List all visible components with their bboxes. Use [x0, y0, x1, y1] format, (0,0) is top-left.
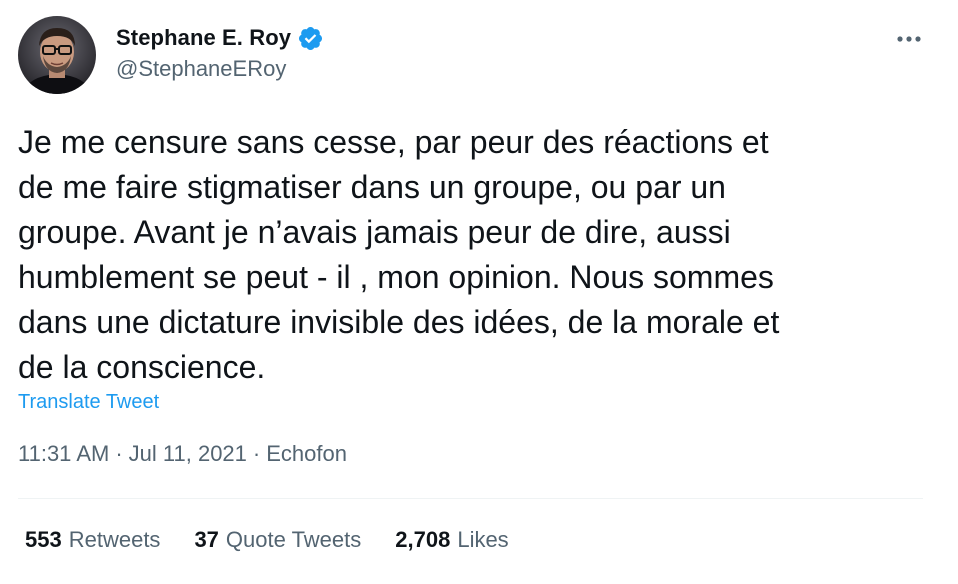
retweets-count: 553 — [25, 527, 62, 552]
quote-tweets-count: 37 — [194, 527, 219, 552]
tweet-card: Stephane E. Roy @StephaneERoy Je me cens… — [0, 0, 958, 584]
tweet-text: Je me censure sans cesse, par peur des r… — [18, 124, 780, 385]
likes-stat[interactable]: 2,708 Likes — [395, 527, 508, 553]
tweet-date[interactable]: Jul 11, 2021 — [129, 441, 247, 467]
quote-tweets-stat[interactable]: 37 Quote Tweets — [194, 527, 361, 553]
tweet-stats: 553 Retweets 37 Quote Tweets 2,708 Likes — [25, 527, 543, 553]
translate-tweet-link[interactable]: Translate Tweet — [18, 391, 159, 414]
divider — [18, 498, 923, 499]
quote-tweets-label: Quote Tweets — [225, 527, 362, 552]
tweet-metadata: 11:31 AM · Jul 11, 2021 · Echofon — [18, 441, 347, 467]
avatar-image — [18, 16, 96, 94]
retweets-stat[interactable]: 553 Retweets — [25, 527, 160, 553]
author-display-name[interactable]: Stephane E. Roy — [116, 25, 291, 51]
tweet-source: Echofon — [266, 441, 347, 466]
author-name-row[interactable]: Stephane E. Roy — [116, 22, 324, 54]
verified-badge-icon — [297, 25, 324, 52]
likes-count: 2,708 — [395, 527, 451, 552]
separator-dot: · — [115, 441, 123, 466]
likes-label: Likes — [457, 527, 509, 552]
more-options-button[interactable] — [892, 26, 926, 52]
tweet-time[interactable]: 11:31 AM — [18, 441, 109, 467]
avatar[interactable] — [18, 16, 96, 94]
retweets-label: Retweets — [68, 527, 161, 552]
author-handle[interactable]: @StephaneERoy — [116, 56, 286, 82]
more-options-icon — [897, 36, 921, 42]
separator-dot: · — [252, 441, 261, 466]
